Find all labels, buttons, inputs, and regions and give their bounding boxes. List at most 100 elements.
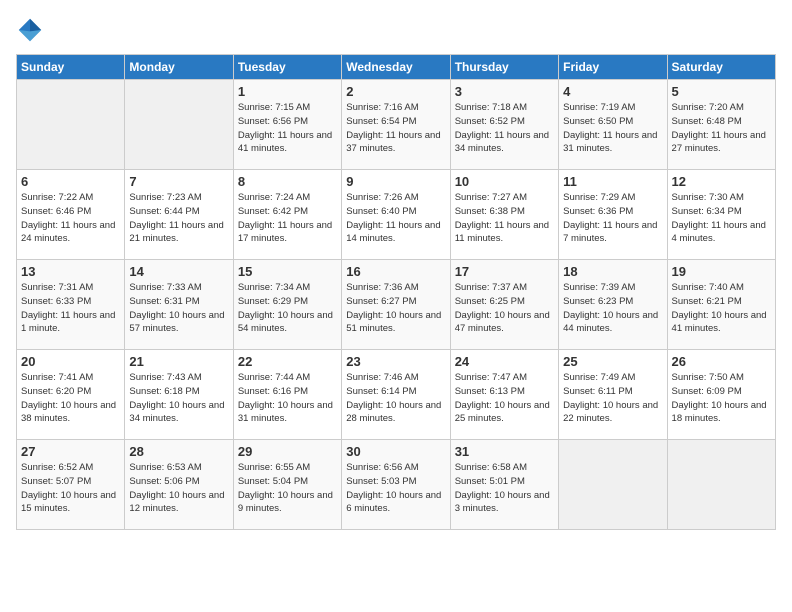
weekday-header-row: SundayMondayTuesdayWednesdayThursdayFrid… xyxy=(17,55,776,80)
calendar-week-row: 1 Sunrise: 7:15 AM Sunset: 6:56 PM Daylig… xyxy=(17,80,776,170)
day-number: 7 xyxy=(129,174,228,189)
calendar-week-row: 20 Sunrise: 7:41 AM Sunset: 6:20 PM Dayli… xyxy=(17,350,776,440)
day-info: Sunrise: 7:37 AM Sunset: 6:25 PM Dayligh… xyxy=(455,281,554,336)
day-number: 8 xyxy=(238,174,337,189)
day-info: Sunrise: 6:55 AM Sunset: 5:04 PM Dayligh… xyxy=(238,461,337,516)
day-info: Sunrise: 7:24 AM Sunset: 6:42 PM Dayligh… xyxy=(238,191,337,246)
day-info: Sunrise: 7:34 AM Sunset: 6:29 PM Dayligh… xyxy=(238,281,337,336)
calendar-week-row: 6Sunrise: 7:22 AM Sunset: 6:46 PM Daylig… xyxy=(17,170,776,260)
day-info: Sunrise: 7:41 AM Sunset: 6:20 PM Dayligh… xyxy=(21,371,120,426)
calendar-cell: 16 Sunrise: 7:36 AM Sunset: 6:27 PM Dayli… xyxy=(342,260,450,350)
day-info: Sunrise: 7:33 AM Sunset: 6:31 PM Dayligh… xyxy=(129,281,228,336)
calendar-cell: 30 Sunrise: 6:56 AM Sunset: 5:03 PM Dayli… xyxy=(342,440,450,530)
day-number: 10 xyxy=(455,174,554,189)
calendar-cell: 1 Sunrise: 7:15 AM Sunset: 6:56 PM Daylig… xyxy=(233,80,341,170)
calendar-cell: 7 Sunrise: 7:23 AM Sunset: 6:44 PM Daylig… xyxy=(125,170,233,260)
day-info: Sunrise: 7:43 AM Sunset: 6:18 PM Dayligh… xyxy=(129,371,228,426)
calendar-cell: 20 Sunrise: 7:41 AM Sunset: 6:20 PM Dayli… xyxy=(17,350,125,440)
calendar-cell: 18 Sunrise: 7:39 AM Sunset: 6:23 PM Dayli… xyxy=(559,260,667,350)
calendar-cell: 2Sunrise: 7:16 AM Sunset: 6:54 PM Daylig… xyxy=(342,80,450,170)
day-info: Sunrise: 7:39 AM Sunset: 6:23 PM Dayligh… xyxy=(563,281,662,336)
calendar-cell: 6Sunrise: 7:22 AM Sunset: 6:46 PM Daylig… xyxy=(17,170,125,260)
day-info: Sunrise: 7:29 AM Sunset: 6:36 PM Dayligh… xyxy=(563,191,662,246)
calendar-cell xyxy=(667,440,775,530)
day-number: 25 xyxy=(563,354,662,369)
calendar-cell: 28Sunrise: 6:53 AM Sunset: 5:06 PM Dayli… xyxy=(125,440,233,530)
day-number: 4 xyxy=(563,84,662,99)
day-info: Sunrise: 7:44 AM Sunset: 6:16 PM Dayligh… xyxy=(238,371,337,426)
day-info: Sunrise: 7:26 AM Sunset: 6:40 PM Dayligh… xyxy=(346,191,445,246)
calendar-week-row: 13Sunrise: 7:31 AM Sunset: 6:33 PM Dayli… xyxy=(17,260,776,350)
day-number: 22 xyxy=(238,354,337,369)
day-info: Sunrise: 7:46 AM Sunset: 6:14 PM Dayligh… xyxy=(346,371,445,426)
day-number: 17 xyxy=(455,264,554,279)
day-info: Sunrise: 7:20 AM Sunset: 6:48 PM Dayligh… xyxy=(672,101,771,156)
day-number: 23 xyxy=(346,354,445,369)
calendar-week-row: 27 Sunrise: 6:52 AM Sunset: 5:07 PM Dayli… xyxy=(17,440,776,530)
weekday-header: Tuesday xyxy=(233,55,341,80)
calendar-cell: 13Sunrise: 7:31 AM Sunset: 6:33 PM Dayli… xyxy=(17,260,125,350)
weekday-header: Monday xyxy=(125,55,233,80)
day-number: 16 xyxy=(346,264,445,279)
day-number: 31 xyxy=(455,444,554,459)
day-number: 1 xyxy=(238,84,337,99)
calendar-cell: 5 Sunrise: 7:20 AM Sunset: 6:48 PM Daylig… xyxy=(667,80,775,170)
day-info: Sunrise: 7:22 AM Sunset: 6:46 PM Dayligh… xyxy=(21,191,120,246)
day-number: 11 xyxy=(563,174,662,189)
day-number: 14 xyxy=(129,264,228,279)
day-number: 27 xyxy=(21,444,120,459)
calendar-cell: 15 Sunrise: 7:34 AM Sunset: 6:29 PM Dayli… xyxy=(233,260,341,350)
calendar-cell: 25 Sunrise: 7:49 AM Sunset: 6:11 PM Dayli… xyxy=(559,350,667,440)
day-number: 15 xyxy=(238,264,337,279)
day-info: Sunrise: 7:18 AM Sunset: 6:52 PM Dayligh… xyxy=(455,101,554,156)
calendar-cell: 27 Sunrise: 6:52 AM Sunset: 5:07 PM Dayli… xyxy=(17,440,125,530)
calendar-cell: 19Sunrise: 7:40 AM Sunset: 6:21 PM Dayli… xyxy=(667,260,775,350)
day-info: Sunrise: 7:49 AM Sunset: 6:11 PM Dayligh… xyxy=(563,371,662,426)
calendar-cell: 29Sunrise: 6:55 AM Sunset: 5:04 PM Dayli… xyxy=(233,440,341,530)
day-info: Sunrise: 6:58 AM Sunset: 5:01 PM Dayligh… xyxy=(455,461,554,516)
page-header xyxy=(16,16,776,44)
day-info: Sunrise: 7:30 AM Sunset: 6:34 PM Dayligh… xyxy=(672,191,771,246)
calendar-cell: 17 Sunrise: 7:37 AM Sunset: 6:25 PM Dayli… xyxy=(450,260,558,350)
logo xyxy=(16,16,48,44)
day-number: 5 xyxy=(672,84,771,99)
day-info: Sunrise: 7:27 AM Sunset: 6:38 PM Dayligh… xyxy=(455,191,554,246)
logo-icon xyxy=(16,16,44,44)
calendar-cell: 4 Sunrise: 7:19 AM Sunset: 6:50 PM Daylig… xyxy=(559,80,667,170)
day-info: Sunrise: 7:50 AM Sunset: 6:09 PM Dayligh… xyxy=(672,371,771,426)
weekday-header: Thursday xyxy=(450,55,558,80)
calendar-cell: 26Sunrise: 7:50 AM Sunset: 6:09 PM Dayli… xyxy=(667,350,775,440)
calendar-cell xyxy=(559,440,667,530)
calendar-cell: 10 Sunrise: 7:27 AM Sunset: 6:38 PM Dayli… xyxy=(450,170,558,260)
calendar-cell: 9 Sunrise: 7:26 AM Sunset: 6:40 PM Daylig… xyxy=(342,170,450,260)
day-number: 20 xyxy=(21,354,120,369)
day-info: Sunrise: 7:40 AM Sunset: 6:21 PM Dayligh… xyxy=(672,281,771,336)
calendar-cell xyxy=(17,80,125,170)
calendar-cell: 3 Sunrise: 7:18 AM Sunset: 6:52 PM Daylig… xyxy=(450,80,558,170)
calendar-cell: 12 Sunrise: 7:30 AM Sunset: 6:34 PM Dayli… xyxy=(667,170,775,260)
day-info: Sunrise: 7:19 AM Sunset: 6:50 PM Dayligh… xyxy=(563,101,662,156)
calendar-cell: 14 Sunrise: 7:33 AM Sunset: 6:31 PM Dayli… xyxy=(125,260,233,350)
day-info: Sunrise: 7:16 AM Sunset: 6:54 PM Dayligh… xyxy=(346,101,445,156)
day-number: 30 xyxy=(346,444,445,459)
day-number: 9 xyxy=(346,174,445,189)
calendar-table: SundayMondayTuesdayWednesdayThursdayFrid… xyxy=(16,54,776,530)
calendar-cell: 8 Sunrise: 7:24 AM Sunset: 6:42 PM Daylig… xyxy=(233,170,341,260)
day-info: Sunrise: 7:23 AM Sunset: 6:44 PM Dayligh… xyxy=(129,191,228,246)
day-info: Sunrise: 7:15 AM Sunset: 6:56 PM Dayligh… xyxy=(238,101,337,156)
calendar-cell xyxy=(125,80,233,170)
day-info: Sunrise: 7:47 AM Sunset: 6:13 PM Dayligh… xyxy=(455,371,554,426)
day-info: Sunrise: 6:52 AM Sunset: 5:07 PM Dayligh… xyxy=(21,461,120,516)
weekday-header: Friday xyxy=(559,55,667,80)
calendar-cell: 31 Sunrise: 6:58 AM Sunset: 5:01 PM Dayli… xyxy=(450,440,558,530)
day-info: Sunrise: 7:36 AM Sunset: 6:27 PM Dayligh… xyxy=(346,281,445,336)
day-number: 12 xyxy=(672,174,771,189)
day-info: Sunrise: 6:53 AM Sunset: 5:06 PM Dayligh… xyxy=(129,461,228,516)
calendar-cell: 21Sunrise: 7:43 AM Sunset: 6:18 PM Dayli… xyxy=(125,350,233,440)
calendar-cell: 24 Sunrise: 7:47 AM Sunset: 6:13 PM Dayli… xyxy=(450,350,558,440)
day-number: 3 xyxy=(455,84,554,99)
day-info: Sunrise: 6:56 AM Sunset: 5:03 PM Dayligh… xyxy=(346,461,445,516)
day-number: 18 xyxy=(563,264,662,279)
day-number: 24 xyxy=(455,354,554,369)
calendar-cell: 11 Sunrise: 7:29 AM Sunset: 6:36 PM Dayli… xyxy=(559,170,667,260)
